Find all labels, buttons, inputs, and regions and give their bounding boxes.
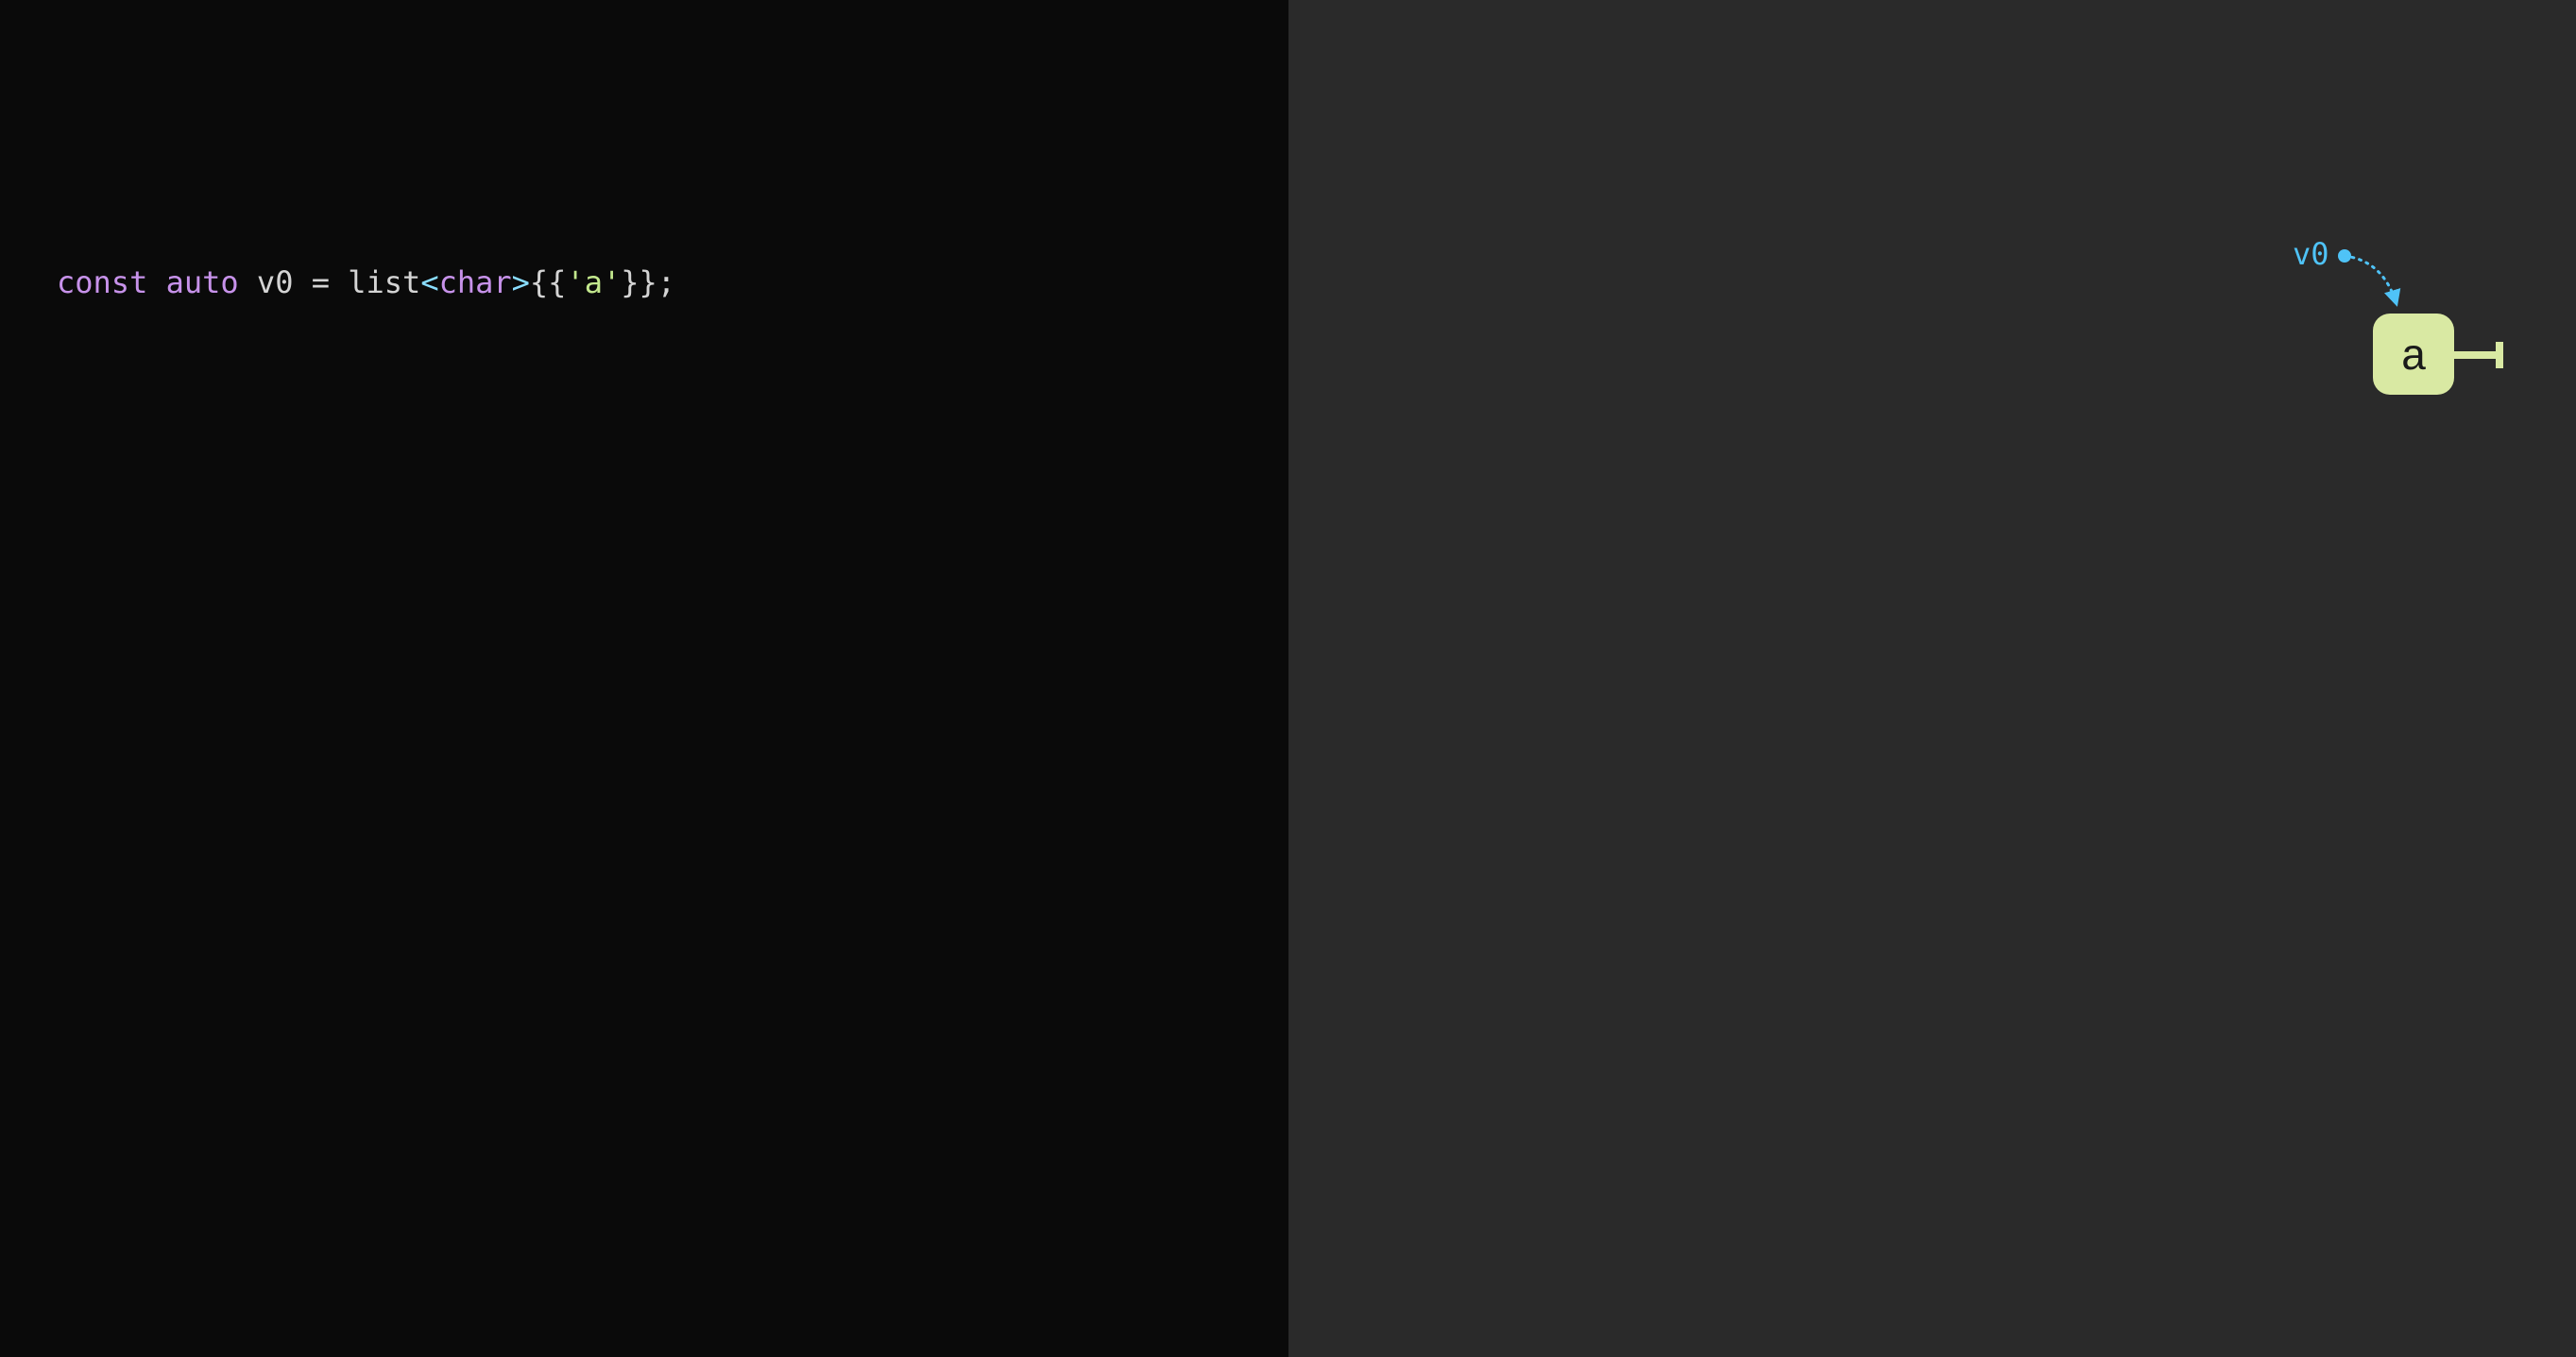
token-list: list [348,264,420,300]
token-semicolon: ; [657,264,675,300]
token-auto: auto [166,264,239,300]
diagram-area: v0 a [2198,236,2482,444]
token-const: const [57,264,147,300]
visualization-panel: v0 a [1288,0,2576,1357]
list-node: a [2373,314,2454,395]
token-brace-open: {{ [530,264,567,300]
token-v0: v0 [257,264,294,300]
code-panel: const auto v0 = list<char>{{'a'}}; [0,0,1288,1357]
token-brace-close: }} [621,264,657,300]
token-string-a: 'a' [566,264,621,300]
list-terminator-icon [2454,342,2506,368]
token-equals: = [312,264,330,300]
token-angle-close: > [512,264,530,300]
code-line: const auto v0 = list<char>{{'a'}}; [57,264,1288,300]
pointer-origin-dot [2338,249,2351,263]
pointer-arrow-icon [2338,249,2423,315]
node-value: a [2401,329,2426,380]
token-angle-open: < [420,264,438,300]
variable-label: v0 [2293,236,2329,272]
token-char: char [439,264,512,300]
